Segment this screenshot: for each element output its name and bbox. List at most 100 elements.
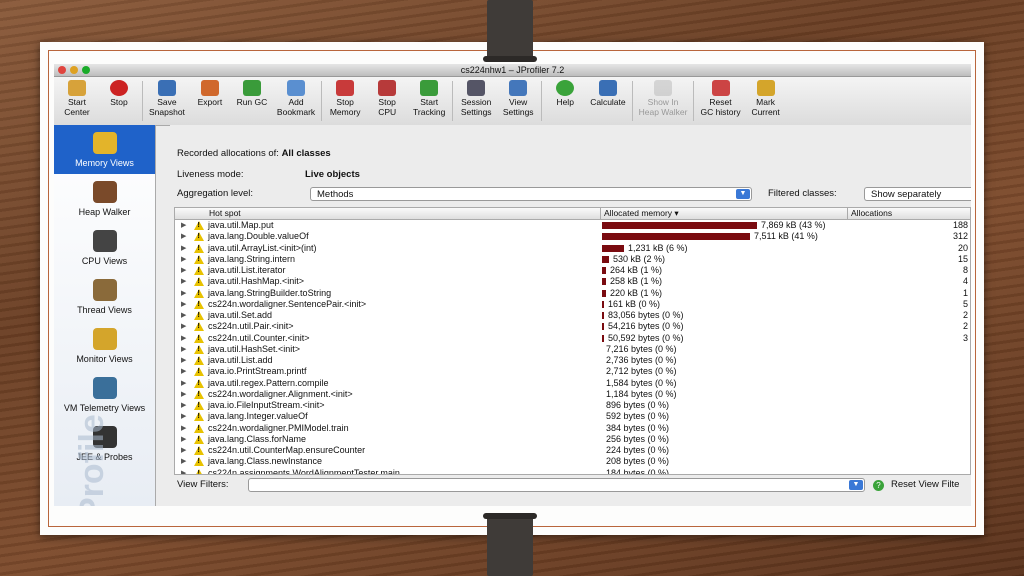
col-allocated-memory[interactable]: Allocated memory ▾ — [604, 208, 679, 219]
memory-share-bar — [602, 323, 604, 331]
run-gc-button[interactable]: Run GC — [231, 77, 273, 108]
sidebar-item-label: VM Telemetry Views — [63, 402, 146, 413]
allocated-memory-value: 2,712 bytes (0 %) — [606, 366, 677, 377]
zoom-window-icon[interactable] — [82, 66, 90, 74]
help-button[interactable]: Help — [544, 77, 586, 108]
filtered-classes-value: Show separately — [871, 189, 942, 200]
expand-triangle-icon[interactable]: ▶ — [181, 445, 186, 456]
table-row[interactable]: ▶ cs224n.util.CounterMap.ensureCounter 224… — [175, 445, 970, 456]
heap-walker-icon — [92, 180, 117, 203]
table-row[interactable]: ▶ java.io.FileInputStream.<init> 896 bytes… — [175, 400, 970, 411]
table-row[interactable]: ▶ java.lang.Class.newInstance 208 bytes (0… — [175, 456, 970, 467]
table-row[interactable]: ▶ cs224n.wordaligner.Alignment.<init> 1,18… — [175, 389, 970, 400]
col-hot-spot[interactable]: Hot spot — [209, 208, 241, 219]
table-row[interactable]: ▶ java.util.HashSet.<init> 7,216 bytes (0 … — [175, 344, 970, 355]
stop-cpu-button[interactable]: Stop CPU — [366, 77, 408, 117]
hot-spot-name: java.util.List.iterator — [208, 265, 286, 275]
add-bookmark-icon — [287, 80, 306, 96]
sidebar-item-memory-views[interactable]: Memory Views — [54, 125, 155, 174]
table-row[interactable]: ▶ java.util.List.iterator 264 kB (1 %) 8 — [175, 265, 970, 276]
export-button[interactable]: Export — [189, 77, 231, 108]
start-tracking-button[interactable]: Start Tracking — [408, 77, 450, 117]
table-row[interactable]: ▶ cs224n.util.Pair.<init> 54,216 bytes (0 … — [175, 321, 970, 332]
table-row[interactable]: ▶ java.lang.Integer.valueOf 592 bytes (0 %… — [175, 411, 970, 422]
allocations-value: 1 — [962, 287, 968, 298]
close-window-icon[interactable] — [58, 66, 66, 74]
expand-triangle-icon[interactable]: ▶ — [181, 288, 186, 299]
expand-triangle-icon[interactable]: ▶ — [181, 220, 186, 231]
table-row[interactable]: ▶ cs224n.util.Counter.<init> 50,592 bytes … — [175, 333, 970, 344]
expand-triangle-icon[interactable]: ▶ — [181, 321, 186, 332]
reset-view-filters-button[interactable]: Reset View Filte — [891, 479, 959, 490]
table-row[interactable]: ▶ java.util.Map.put 7,869 kB (43 %) 188 — [175, 220, 970, 231]
expand-triangle-icon[interactable]: ▶ — [181, 344, 186, 355]
cpu-views-icon — [92, 229, 117, 252]
table-row[interactable]: ▶ java.util.HashMap.<init> 258 kB (1 %) 4 — [175, 276, 970, 287]
expand-triangle-icon[interactable]: ▶ — [181, 299, 186, 310]
allocated-memory-value: 7,869 kB (43 %) — [761, 220, 826, 230]
memory-share-bar — [602, 244, 624, 252]
expand-triangle-icon[interactable]: ▶ — [181, 355, 186, 366]
table-row[interactable]: ▶ java.io.PrintStream.printf 2,712 bytes (… — [175, 366, 970, 377]
table-row[interactable]: ▶ java.lang.StringBuilder.toString 220 kB … — [175, 288, 970, 299]
table-row[interactable]: ▶ cs224n.assignments.WordAlignmentTester.… — [175, 468, 970, 475]
window-title: cs224nhw1 – JProfiler 7.2 — [460, 65, 565, 75]
expand-triangle-icon[interactable]: ▶ — [181, 276, 186, 287]
sidebar-item-monitor-views[interactable]: Monitor Views — [54, 321, 155, 370]
table-row[interactable]: ▶ java.util.List.add 2,736 bytes (0 %) — [175, 355, 970, 366]
add-bookmark-button[interactable]: Add Bookmark — [273, 77, 319, 117]
expand-triangle-icon[interactable]: ▶ — [181, 231, 186, 242]
stop-memory-button[interactable]: Stop Memory — [324, 77, 366, 117]
allocations-value: 5 — [962, 298, 968, 309]
calculate-button[interactable]: Calculate — [586, 77, 629, 108]
table-row[interactable]: ▶ java.util.regex.Pattern.compile 1,584 by… — [175, 378, 970, 389]
reset-icon[interactable]: ? — [873, 480, 884, 491]
table-row[interactable]: ▶ java.lang.Class.forName 256 bytes (0 %) — [175, 434, 970, 445]
session-settings-button[interactable]: Session Settings — [455, 77, 497, 117]
expand-triangle-icon[interactable]: ▶ — [181, 254, 186, 265]
start-tracking-icon — [420, 80, 439, 96]
expand-triangle-icon[interactable]: ▶ — [181, 400, 186, 411]
aggregation-level-select[interactable]: Methods ▼ — [310, 187, 752, 201]
sidebar-item-heap-walker[interactable]: Heap Walker — [54, 174, 155, 223]
expand-triangle-icon[interactable]: ▶ — [181, 468, 186, 475]
session-settings-icon — [467, 80, 486, 96]
filtered-classes-select[interactable]: Show separately — [864, 187, 971, 201]
recorded-allocations-row: Recorded allocations of: All classes — [177, 148, 331, 159]
expand-triangle-icon[interactable]: ▶ — [181, 366, 186, 377]
memory-share-bar — [602, 278, 606, 286]
expand-triangle-icon[interactable]: ▶ — [181, 310, 186, 321]
minimize-window-icon[interactable] — [70, 66, 78, 74]
view-filters-input[interactable]: ▼ — [248, 478, 865, 492]
liveness-value[interactable]: Live objects — [305, 169, 360, 180]
mark-current-button[interactable]: Mark Current — [745, 77, 787, 117]
expand-triangle-icon[interactable]: ▶ — [181, 434, 186, 445]
sidebar-item-thread-views[interactable]: Thread Views — [54, 272, 155, 321]
reset-gc-history-button[interactable]: Reset GC history — [696, 77, 744, 117]
warning-icon — [194, 333, 204, 343]
expand-triangle-icon[interactable]: ▶ — [181, 265, 186, 276]
save-snapshot-button[interactable]: Save Snapshot — [145, 77, 189, 117]
start-center-button[interactable]: Start Center — [56, 77, 98, 117]
table-row[interactable]: ▶ java.lang.Double.valueOf 7,511 kB (41 %)… — [175, 231, 970, 242]
table-row[interactable]: ▶ java.util.Set.add 83,056 bytes (0 %) 2 — [175, 310, 970, 321]
stop-button[interactable]: Stop — [98, 77, 140, 108]
expand-triangle-icon[interactable]: ▶ — [181, 456, 186, 467]
table-row[interactable]: ▶ java.lang.String.intern 530 kB (2 %) 15 — [175, 254, 970, 265]
col-allocations[interactable]: Allocations — [851, 208, 892, 219]
show-heap-walker-button[interactable]: Show In Heap Walker — [635, 77, 692, 117]
table-row[interactable]: ▶ cs224n.wordaligner.SentencePair.<init> 1… — [175, 299, 970, 310]
view-settings-button[interactable]: View Settings — [497, 77, 539, 117]
sidebar-item-vm-telemetry[interactable]: VM Telemetry Views — [54, 370, 155, 419]
expand-triangle-icon[interactable]: ▶ — [181, 389, 186, 400]
memory-share-bar — [602, 267, 606, 274]
expand-triangle-icon[interactable]: ▶ — [181, 411, 186, 422]
expand-triangle-icon[interactable]: ▶ — [181, 423, 186, 434]
sidebar-item-cpu-views[interactable]: CPU Views — [54, 223, 155, 272]
table-row[interactable]: ▶ java.util.ArrayList.<init>(int) 1,231 kB… — [175, 243, 970, 254]
expand-triangle-icon[interactable]: ▶ — [181, 243, 186, 254]
table-row[interactable]: ▶ cs224n.wordaligner.PMIModel.train 384 by… — [175, 423, 970, 434]
expand-triangle-icon[interactable]: ▶ — [181, 378, 186, 389]
hot-spot-name: java.lang.String.intern — [208, 253, 296, 264]
expand-triangle-icon[interactable]: ▶ — [181, 333, 186, 344]
